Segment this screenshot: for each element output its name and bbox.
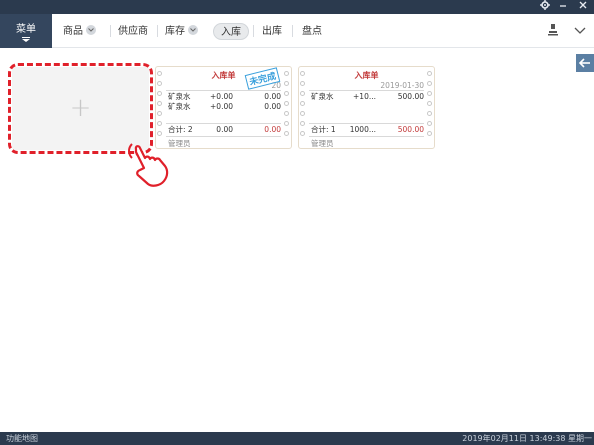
receipt-card[interactable]: 入库单 20 未完成 矿泉水 +0.00 0.00 矿泉水 +0.00 0.00… — [155, 66, 292, 149]
item-name: 矿泉水 — [168, 92, 191, 101]
receipt-card[interactable]: 入库单 2019-01-30 矿泉水 +10... 500.00 合计: 1 1… — [298, 66, 435, 149]
nav-item-products[interactable]: 商品 — [63, 23, 96, 40]
nav-item-label: 出库 — [262, 26, 282, 37]
nav-item-label: 入库 — [221, 27, 241, 38]
punch-holes — [427, 71, 433, 141]
punch-holes — [157, 71, 163, 141]
receipt-row: 矿泉水 +0.00 0.00 — [168, 92, 281, 102]
caret-down-icon — [22, 37, 30, 42]
receipt-title: 入库单 — [354, 71, 379, 80]
receipt-row: 矿泉水 +0.00 0.00 — [168, 102, 281, 112]
total-qty: 0.00 — [216, 125, 233, 134]
status-bar: 功能地图 2019年02月11日 13:49:38 星期一 — [0, 432, 594, 445]
item-name: 矿泉水 — [168, 102, 191, 111]
nav-divider — [157, 25, 158, 37]
nav-item-inventory[interactable]: 库存 — [165, 23, 198, 40]
divider — [166, 136, 281, 137]
menu-button[interactable]: 菜单 — [0, 14, 52, 48]
title-bar — [0, 0, 594, 14]
nav-item-label: 盘点 — [302, 26, 322, 37]
nav-item-stock-in[interactable]: 入库 — [213, 23, 249, 40]
nav-divider — [253, 25, 254, 37]
item-qty: +0.00 — [210, 102, 233, 111]
item-amount: 0.00 — [264, 102, 281, 111]
close-icon[interactable] — [576, 0, 590, 14]
receipt-date: 2019-01-30 — [380, 81, 424, 90]
total-amount: 0.00 — [264, 125, 281, 134]
item-name: 矿泉水 — [311, 92, 334, 101]
nav-item-stocktake[interactable]: 盘点 — [302, 23, 322, 40]
punch-holes — [300, 71, 306, 141]
receipt-operator: 管理员 — [168, 139, 191, 148]
chevron-down-icon[interactable] — [573, 23, 587, 37]
nav-item-label: 商品 — [63, 26, 83, 37]
total-amount: 500.00 — [397, 125, 424, 134]
punch-holes — [284, 71, 290, 141]
nav-item-stock-out[interactable]: 出库 — [262, 23, 282, 40]
receipt-row: 矿泉水 +10... 500.00 — [311, 92, 424, 102]
nav-item-label: 供应商 — [118, 26, 148, 37]
nav-divider — [110, 25, 111, 37]
nav-divider — [292, 25, 293, 37]
total-label: 合计: 1 — [311, 125, 336, 134]
receipt-total-row: 合计: 2 0.00 0.00 — [168, 125, 281, 135]
chevron-down-icon[interactable] — [188, 25, 198, 35]
total-label: 合计: 2 — [168, 125, 193, 134]
receipt-total-row: 合计: 1 1000... 500.00 — [311, 125, 424, 135]
back-button[interactable] — [576, 54, 594, 72]
nav-item-suppliers[interactable]: 供应商 — [118, 23, 148, 40]
divider — [309, 136, 424, 137]
datetime-display: 2019年02月11日 13:49:38 星期一 — [462, 434, 592, 443]
arrow-left-icon — [578, 58, 590, 68]
gear-icon[interactable] — [538, 0, 552, 14]
user-icon[interactable] — [546, 23, 560, 37]
receipt-operator: 管理员 — [311, 139, 334, 148]
item-qty: +0.00 — [210, 92, 233, 101]
divider — [309, 90, 424, 91]
divider — [309, 123, 424, 124]
top-nav: 菜单 商品 供应商 库存 入库 出库 盘点 — [0, 14, 594, 48]
item-amount: 500.00 — [397, 92, 424, 101]
divider — [166, 90, 281, 91]
divider — [166, 123, 281, 124]
menu-label: 菜单 — [16, 24, 36, 35]
nav-item-label: 库存 — [165, 26, 185, 37]
chevron-down-icon[interactable] — [86, 25, 96, 35]
item-amount: 0.00 — [264, 92, 281, 101]
total-qty: 1000... — [349, 125, 376, 134]
function-map-link[interactable]: 功能地图 — [6, 432, 38, 445]
item-qty: +10... — [353, 92, 376, 101]
minus-icon[interactable] — [556, 0, 570, 14]
